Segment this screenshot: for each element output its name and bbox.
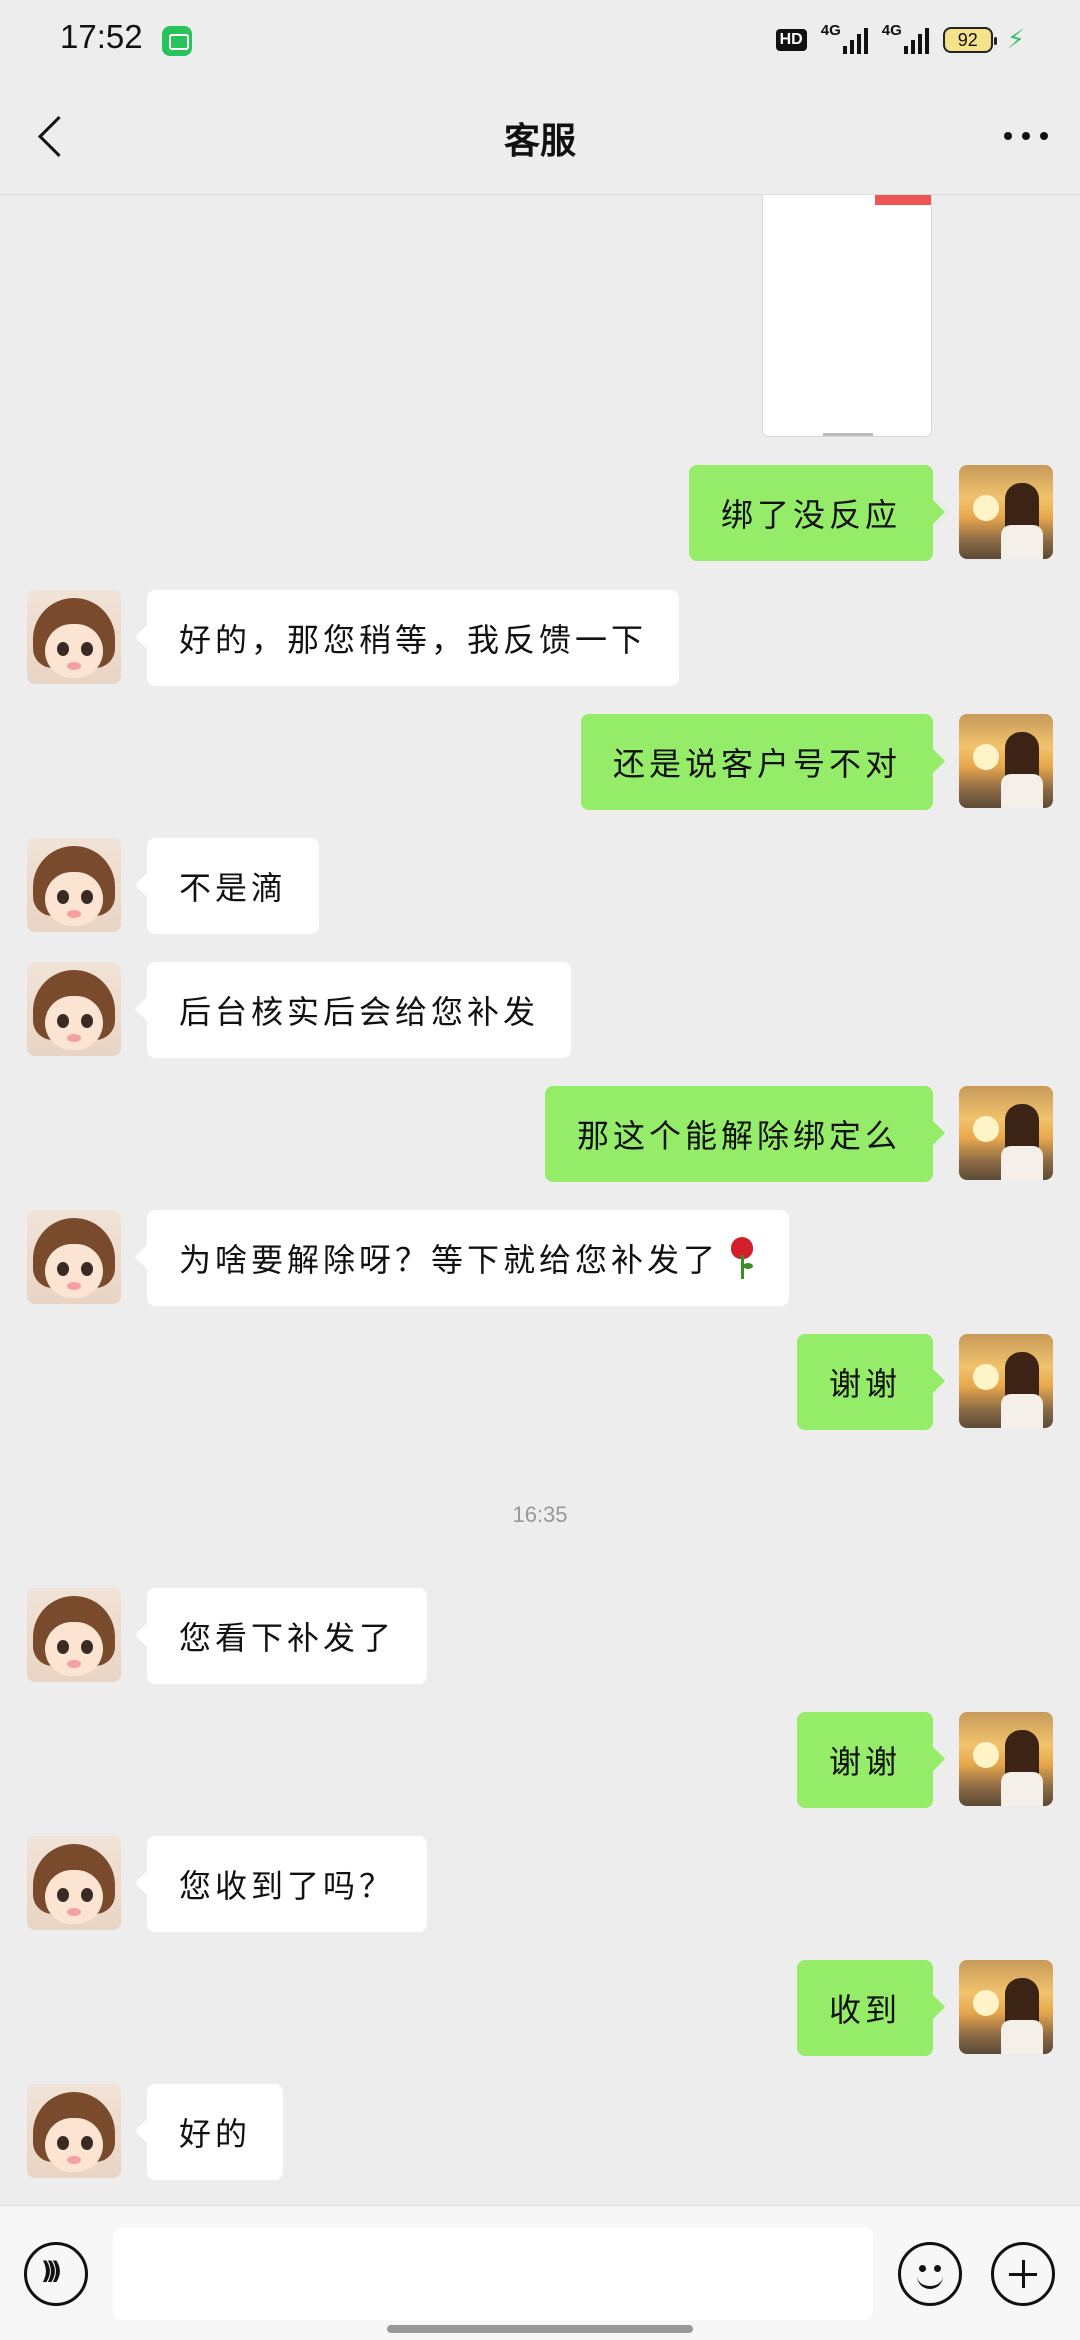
status-time: 17:52 — [60, 18, 143, 55]
message-row: 不是滴 — [0, 838, 1080, 936]
input-bar — [0, 2205, 1080, 2340]
hd-icon: HD — [775, 29, 807, 51]
message-row: 那这个能解除绑定么 — [0, 1086, 1080, 1184]
message-text: 为啥要解除呀？等下就给您补发了 — [179, 1241, 720, 1279]
home-indicator[interactable] — [387, 2325, 693, 2333]
message-row: 还是说客户号不对 — [0, 714, 1080, 812]
image-message[interactable] — [762, 195, 932, 437]
signal-icon-1: 4G — [821, 22, 868, 54]
agent-avatar[interactable] — [27, 1836, 121, 1930]
self-avatar[interactable] — [959, 1086, 1053, 1180]
message-bubble[interactable]: 谢谢 — [796, 1712, 946, 1808]
nav-bar: 客服 — [0, 80, 1080, 195]
message-timestamp: 16:35 — [512, 1502, 568, 1527]
plus-icon[interactable] — [991, 2242, 1055, 2306]
message-bubble[interactable]: 好的，那您稍等，我反馈一下 — [134, 590, 680, 686]
page-title: 客服 — [503, 121, 576, 162]
message-row: 绑了没反应 — [0, 465, 1080, 563]
message-bubble[interactable]: 谢谢 — [796, 1334, 946, 1430]
agent-avatar[interactable] — [27, 590, 121, 684]
message-row: 为啥要解除呀？等下就给您补发了 — [0, 1210, 1080, 1308]
agent-avatar[interactable] — [27, 1588, 121, 1682]
message-row: 谢谢 — [0, 1712, 1080, 1810]
self-avatar[interactable] — [959, 465, 1053, 559]
message-row: 好的，那您稍等，我反馈一下 — [0, 590, 1080, 688]
message-bubble[interactable]: 为啥要解除呀？等下就给您补发了 — [134, 1210, 790, 1306]
voice-icon[interactable] — [24, 2242, 88, 2306]
message-input[interactable] — [113, 2228, 873, 2320]
agent-avatar[interactable] — [27, 962, 121, 1056]
message-row: 您看下补发了 — [0, 1588, 1080, 1686]
self-avatar[interactable] — [959, 1712, 1053, 1806]
message-bubble[interactable]: 您收到了吗？ — [134, 1836, 428, 1932]
charging-icon: ⚡ — [1006, 25, 1025, 55]
agent-avatar[interactable] — [27, 1210, 121, 1304]
chat-area[interactable]: 绑了没反应 好的，那您稍等，我反馈一下 还是说客户号不对 不是滴 后台核实后会给… — [0, 195, 1080, 2205]
message-bubble[interactable]: 绑了没反应 — [688, 465, 946, 561]
rose-icon — [727, 1237, 757, 1279]
more-icon[interactable] — [1004, 132, 1048, 142]
message-bubble[interactable]: 那这个能解除绑定么 — [544, 1086, 946, 1182]
message-bubble[interactable]: 还是说客户号不对 — [580, 714, 946, 810]
message-row: 您收到了吗？ — [0, 1836, 1080, 1934]
agent-avatar[interactable] — [27, 2084, 121, 2178]
message-row: 收到 — [0, 1960, 1080, 2058]
message-bubble[interactable]: 收到 — [796, 1960, 946, 2056]
self-avatar[interactable] — [959, 714, 1053, 808]
message-app-icon — [162, 26, 192, 56]
network-type-1: 4G — [820, 22, 841, 39]
message-row: 后台核实后会给您补发 — [0, 962, 1080, 1060]
battery-icon: 92 — [942, 27, 997, 53]
status-icons: HD 4G 4G 92 ⚡ — [775, 22, 1025, 58]
battery-level: 92 — [957, 29, 978, 50]
self-avatar[interactable] — [959, 1334, 1053, 1428]
network-type-2: 4G — [881, 22, 902, 39]
message-bubble[interactable]: 好的 — [134, 2084, 284, 2180]
self-avatar[interactable] — [959, 1960, 1053, 2054]
agent-avatar[interactable] — [27, 838, 121, 932]
signal-icon-2: 4G — [882, 22, 929, 54]
status-bar: 17:52 HD 4G 4G 92 ⚡ — [0, 0, 1080, 80]
message-row: 谢谢 — [0, 1334, 1080, 1432]
emoji-icon[interactable] — [898, 2242, 962, 2306]
message-bubble[interactable]: 不是滴 — [134, 838, 320, 934]
message-bubble[interactable]: 您看下补发了 — [134, 1588, 428, 1684]
message-row: 好的 — [0, 2084, 1080, 2182]
message-bubble[interactable]: 后台核实后会给您补发 — [134, 962, 572, 1058]
